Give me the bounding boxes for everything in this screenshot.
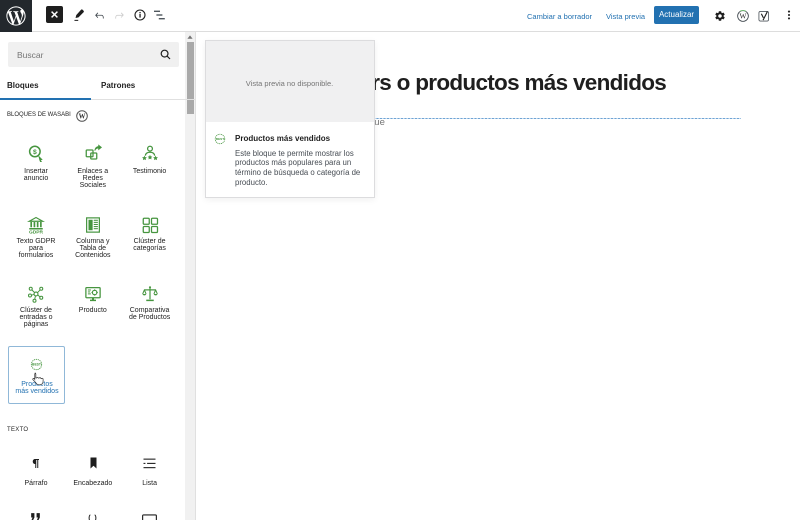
svg-text:W: W bbox=[740, 11, 747, 20]
svg-text:BEST: BEST bbox=[32, 362, 41, 366]
svg-text:W: W bbox=[79, 114, 86, 121]
svg-text:$: $ bbox=[33, 149, 37, 156]
svg-text:BEST: BEST bbox=[216, 137, 224, 141]
svg-text:GDPR: GDPR bbox=[29, 230, 44, 234]
